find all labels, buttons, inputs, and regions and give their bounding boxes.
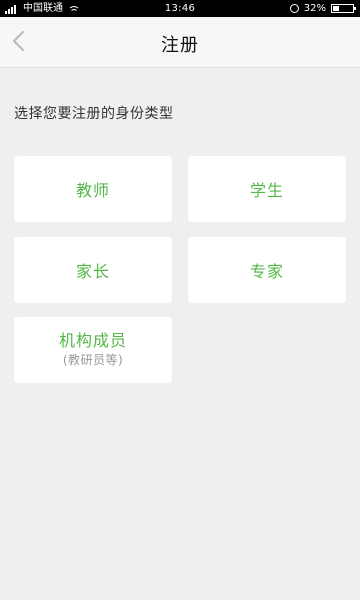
battery-percent: 32%	[303, 3, 326, 14]
organization-member-sublabel: (教研员等)	[62, 353, 124, 367]
organization-member-label: 机构成员	[58, 331, 127, 350]
registration-screen: 中国联通 13:46 32% 注册 选择您要注册的身份类型 教师 学生 家长 专…	[0, 0, 360, 600]
battery-icon	[331, 4, 356, 13]
status-right: 32%	[289, 0, 356, 17]
navigation-header: 注册	[0, 17, 360, 68]
page-title: 注册	[161, 35, 199, 56]
organization-member-option-button[interactable]: 机构成员 (教研员等)	[14, 317, 172, 383]
student-option-button[interactable]: 学生	[188, 156, 346, 222]
alarm-icon	[289, 4, 299, 13]
battery-fill	[333, 6, 340, 11]
status-bar: 中国联通 13:46 32%	[0, 0, 360, 17]
expert-option-button[interactable]: 专家	[188, 237, 346, 303]
teacher-option-button[interactable]: 教师	[14, 156, 172, 222]
parent-option-button[interactable]: 家长	[14, 237, 172, 303]
identity-prompt: 选择您要注册的身份类型	[14, 106, 174, 122]
